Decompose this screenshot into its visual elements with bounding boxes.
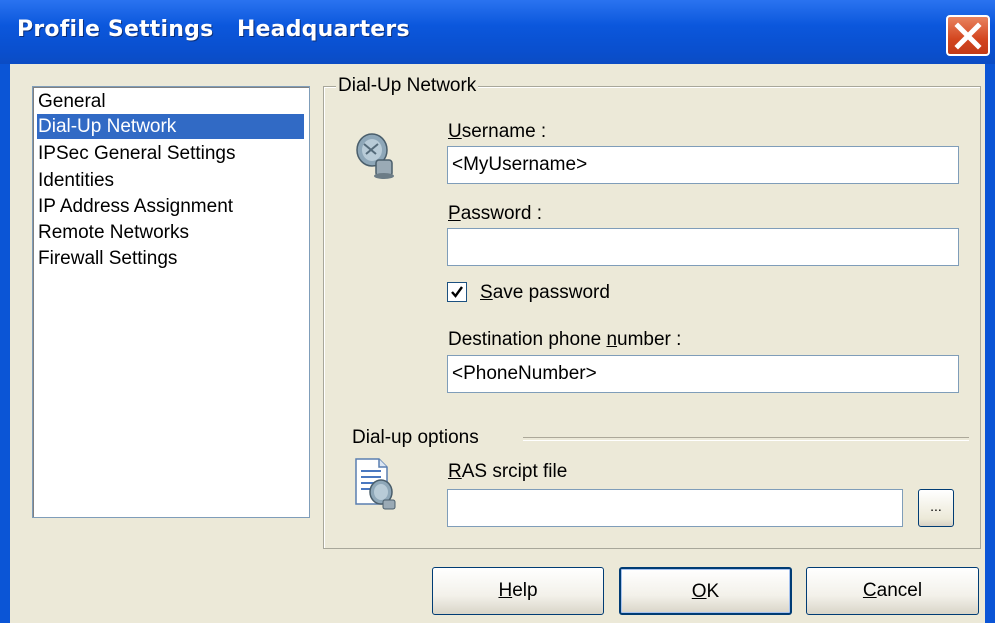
password-label-text: assword : bbox=[460, 203, 542, 224]
ras-script-input[interactable] bbox=[447, 489, 903, 527]
ras-accel: R bbox=[448, 461, 462, 482]
cancel-button[interactable]: Cancel bbox=[806, 567, 979, 615]
phone-accel: n bbox=[606, 329, 618, 350]
dialup-phone-icon bbox=[356, 133, 394, 179]
profile-settings-window: Profile Settings Headquarters General Di… bbox=[0, 0, 995, 623]
group-legend: Dial-Up Network bbox=[336, 75, 479, 97]
close-button[interactable] bbox=[946, 15, 990, 56]
username-input[interactable]: <MyUsername> bbox=[447, 146, 959, 184]
password-label: Password : bbox=[448, 203, 542, 225]
username-label: Username : bbox=[448, 121, 546, 143]
save-password-accel: S bbox=[480, 282, 493, 303]
title-bar[interactable]: Profile Settings Headquarters bbox=[0, 0, 995, 64]
nav-item-remote-networks[interactable]: Remote Networks bbox=[37, 220, 189, 245]
help-accel: H bbox=[498, 580, 513, 601]
nav-item-firewall-settings[interactable]: Firewall Settings bbox=[37, 246, 177, 271]
phone-label-pre: Destination phone bbox=[448, 329, 607, 350]
phone-number-input[interactable]: <PhoneNumber> bbox=[447, 355, 959, 393]
ras-label-text: AS srcipt file bbox=[461, 461, 568, 482]
dialog-body: General Dial-Up Network IPSec General Se… bbox=[10, 64, 985, 623]
window-title: Profile Settings Headquarters bbox=[17, 17, 410, 42]
save-password-label[interactable]: Save password bbox=[480, 282, 610, 304]
nav-item-identities[interactable]: Identities bbox=[37, 168, 114, 193]
nav-item-ipsec-general-settings[interactable]: IPSec General Settings bbox=[37, 141, 236, 166]
cancel-label: ancel bbox=[876, 580, 923, 601]
help-button[interactable]: Help bbox=[432, 567, 604, 615]
close-icon bbox=[954, 22, 982, 50]
ras-script-label: RAS srcipt file bbox=[448, 461, 567, 483]
username-accel: U bbox=[448, 121, 462, 142]
script-file-icon bbox=[355, 458, 396, 510]
save-password-checkbox[interactable] bbox=[447, 282, 467, 302]
phone-number-label: Destination phone number : bbox=[448, 329, 681, 351]
help-label: elp bbox=[512, 580, 538, 601]
save-password-label-text: ave password bbox=[492, 282, 610, 303]
password-input[interactable] bbox=[447, 228, 959, 266]
ok-button[interactable]: OK bbox=[619, 567, 792, 615]
username-label-text: sername : bbox=[461, 121, 547, 142]
cancel-accel: C bbox=[862, 580, 877, 601]
nav-item-ip-address-assignment[interactable]: IP Address Assignment bbox=[37, 194, 233, 219]
phone-label-rest: umber : bbox=[617, 329, 682, 350]
nav-item-dial-up-network[interactable]: Dial-Up Network bbox=[37, 114, 304, 139]
browse-button[interactable]: ... bbox=[918, 489, 954, 527]
ok-accel: O bbox=[691, 581, 707, 602]
nav-item-general[interactable]: General bbox=[37, 89, 106, 114]
dialup-options-heading: Dial-up options bbox=[352, 427, 479, 448]
settings-category-list[interactable]: General Dial-Up Network IPSec General Se… bbox=[32, 86, 310, 518]
checkmark-icon bbox=[451, 286, 463, 298]
ok-label: K bbox=[706, 581, 720, 602]
section-divider bbox=[523, 437, 969, 441]
password-accel: P bbox=[448, 203, 461, 224]
